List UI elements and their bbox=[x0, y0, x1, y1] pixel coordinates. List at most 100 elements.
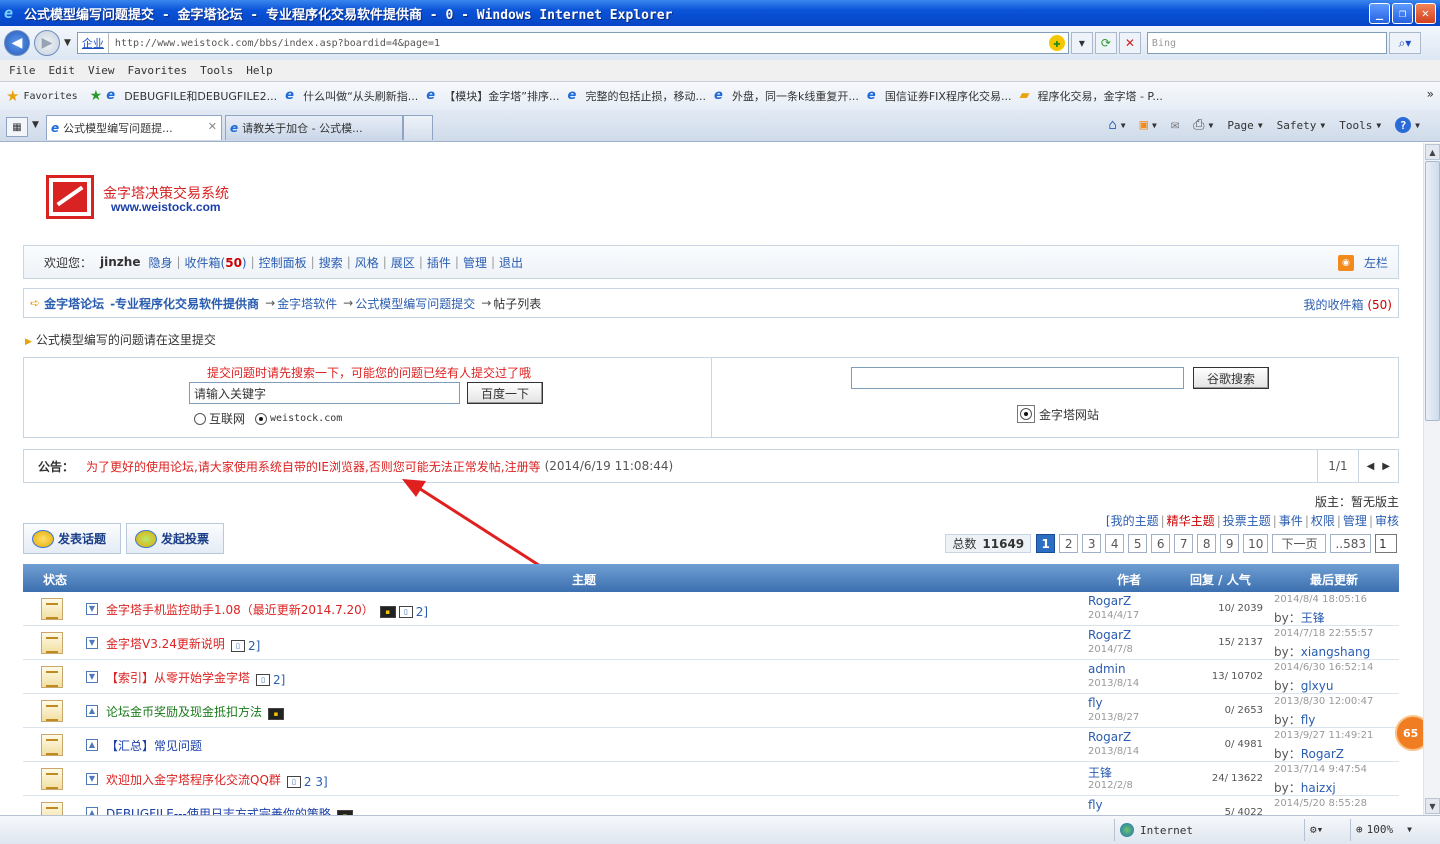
close-tab-icon[interactable]: ✕ bbox=[208, 120, 217, 133]
last-update-user[interactable]: RogarZ bbox=[1301, 747, 1344, 761]
tab-inactive[interactable]: e 请教关于加仓 - 公式模... bbox=[225, 115, 403, 140]
link-search[interactable]: 搜索 bbox=[319, 254, 343, 271]
topic-author[interactable]: fly bbox=[1088, 798, 1103, 812]
menu-help[interactable]: Help bbox=[246, 64, 273, 77]
table-row[interactable]: ▲ 【汇总】常见问题 RogarZ 2013/8/14 0/ 4981 2013/9/27… bbox=[23, 728, 1399, 762]
favorites-star-icon[interactable]: ★ bbox=[6, 87, 19, 105]
google-keyword-input[interactable] bbox=[851, 367, 1184, 389]
filter-my-topics[interactable]: 我的主题 bbox=[1111, 514, 1159, 528]
filter-permissions[interactable]: 权限 bbox=[1311, 514, 1335, 528]
topic-title[interactable]: 金字塔V3.24更新说明 ▯ 2] bbox=[106, 635, 260, 653]
new-tab-button[interactable] bbox=[403, 115, 433, 140]
logo-url[interactable]: www.weistock.com bbox=[111, 200, 221, 214]
topic-title[interactable]: 【索引】从零开始学金字塔 ▯ 2] bbox=[106, 669, 285, 687]
topic-author[interactable]: RogarZ bbox=[1088, 628, 1131, 642]
topic-author[interactable]: admin bbox=[1088, 662, 1126, 676]
page-link[interactable]: 6 bbox=[1151, 534, 1171, 553]
link-plugins[interactable]: 插件 bbox=[427, 254, 451, 271]
username[interactable]: jinzhe bbox=[100, 255, 140, 269]
quick-tabs-icon[interactable]: ▦ bbox=[6, 117, 28, 137]
compat-view-icon[interactable]: ✚ bbox=[1048, 35, 1065, 51]
link-control-panel[interactable]: 控制面板 bbox=[259, 254, 307, 271]
history-dropdown-icon[interactable]: ▼ bbox=[64, 38, 71, 48]
menu-view[interactable]: View bbox=[88, 64, 115, 77]
filter-review[interactable]: 审核 bbox=[1375, 514, 1399, 528]
last-update-user[interactable]: fly bbox=[1301, 713, 1316, 727]
expand-icon[interactable]: ▼ bbox=[86, 671, 98, 683]
google-search-button[interactable]: 谷歌搜索 bbox=[1193, 367, 1269, 389]
expand-icon[interactable]: ▼ bbox=[86, 637, 98, 649]
topic-author[interactable]: fly bbox=[1088, 696, 1103, 710]
filter-elite[interactable]: 精华主题 bbox=[1167, 514, 1215, 528]
breadcrumb-level2[interactable]: 公式模型编写问题提交 bbox=[355, 295, 475, 312]
zone-label[interactable]: 企业 bbox=[78, 33, 109, 53]
filter-events[interactable]: 事件 bbox=[1279, 514, 1303, 528]
last-update-user[interactable]: 王锋 bbox=[1301, 611, 1325, 625]
topic-title[interactable]: DEBUGFILE---使用日志方式完善你的策略▪ bbox=[106, 805, 356, 815]
collapse-icon[interactable]: ▲ bbox=[86, 739, 98, 751]
table-row[interactable]: ▲ 论坛金币奖励及现金抵扣方法 ▪ fly 2013/8/27 0/ 2653 2013/8… bbox=[23, 694, 1399, 728]
expand-icon[interactable]: ▼ bbox=[86, 773, 98, 785]
topic-author[interactable]: RogarZ bbox=[1088, 730, 1131, 744]
table-row[interactable]: ▼ 【索引】从零开始学金字塔 ▯ 2] admin 2013/8/14 13/ 10702 2… bbox=[23, 660, 1399, 694]
menu-tools[interactable]: Tools bbox=[200, 64, 233, 77]
favorite-item[interactable]: e 【模块】金字塔”排序... bbox=[426, 88, 559, 104]
topic-title[interactable]: 欢迎加入金字塔程序化交流QQ群 ▯ 2 3] bbox=[106, 771, 328, 789]
filter-manage[interactable]: 管理 bbox=[1343, 514, 1367, 528]
last-update-user[interactable]: haizxj bbox=[1301, 781, 1336, 795]
favorite-item[interactable]: e 什么叫做“从头刷新指... bbox=[285, 88, 418, 104]
announcement-link[interactable]: 为了更好的使用论坛,请大家使用系统自带的IE浏览器,否则您可能无法正常发帖,注册… bbox=[86, 458, 541, 475]
collapse-icon[interactable]: ▲ bbox=[86, 705, 98, 717]
page-menu[interactable]: Page ▼ bbox=[1227, 119, 1262, 132]
topic-title[interactable]: 论坛金币奖励及现金抵扣方法 ▪ bbox=[106, 703, 287, 720]
url-text[interactable]: http://www.weistock.com/bbs/index.asp?bo… bbox=[109, 38, 1049, 49]
page-jump-input[interactable]: 1 bbox=[1375, 534, 1397, 553]
safety-menu[interactable]: Safety ▼ bbox=[1277, 119, 1326, 132]
topic-author[interactable]: RogarZ bbox=[1088, 594, 1131, 608]
address-dropdown-icon[interactable]: ▾ bbox=[1070, 32, 1093, 54]
favorite-item[interactable]: e 外盘，同一条k线重复开... bbox=[714, 88, 859, 104]
next-page-link[interactable]: 下一页 bbox=[1272, 534, 1327, 553]
post-topic-button[interactable]: 发表话题 bbox=[23, 523, 121, 554]
favorites-more-icon[interactable]: » bbox=[1427, 87, 1434, 101]
baidu-search-button[interactable]: 百度一下 bbox=[467, 382, 543, 404]
table-row[interactable]: ▼ 欢迎加入金字塔程序化交流QQ群 ▯ 2 3] 王锋 2012/2/8 24/ 13622… bbox=[23, 762, 1399, 796]
last-page-link[interactable]: ..583 bbox=[1330, 534, 1371, 553]
forward-button[interactable]: ▶ bbox=[34, 30, 60, 56]
favorite-item[interactable]: e 国信证券FIX程序化交易... bbox=[867, 88, 1012, 104]
table-row[interactable]: ▼ 金字塔V3.24更新说明 ▯ 2] RogarZ 2014/7/8 15/ 2137 20… bbox=[23, 626, 1399, 660]
maximize-button[interactable]: ❐ bbox=[1392, 2, 1413, 24]
scroll-thumb[interactable] bbox=[1425, 161, 1440, 421]
last-update-user[interactable]: xiangshang bbox=[1301, 645, 1370, 659]
address-field[interactable]: 企业 http://www.weistock.com/bbs/index.asp… bbox=[76, 32, 1069, 54]
minimize-button[interactable]: _ bbox=[1369, 2, 1390, 24]
topic-pages[interactable]: 2] bbox=[273, 673, 285, 687]
search-input[interactable]: Bing bbox=[1146, 32, 1387, 54]
zoom-dropdown-icon[interactable]: ▼ bbox=[1407, 825, 1412, 834]
rss-icon[interactable]: ◉ bbox=[1337, 254, 1354, 271]
post-vote-button[interactable]: 发起投票 bbox=[126, 523, 224, 554]
link-inbox[interactable]: 收件箱(50) bbox=[185, 254, 247, 271]
scroll-down-icon[interactable]: ▼ bbox=[1425, 798, 1440, 814]
page-link[interactable]: 9 bbox=[1220, 534, 1240, 553]
link-exhibit[interactable]: 展区 bbox=[391, 254, 415, 271]
page-link[interactable]: 3 bbox=[1082, 534, 1102, 553]
last-update-user[interactable]: glxyu bbox=[1301, 679, 1334, 693]
favorite-item[interactable]: e 完整的包括止损，移动... bbox=[567, 88, 706, 104]
menu-edit[interactable]: Edit bbox=[49, 64, 76, 77]
page-link[interactable]: 4 bbox=[1105, 534, 1125, 553]
favorite-item[interactable]: ▰ 程序化交易，金字塔 - P... bbox=[1019, 88, 1162, 104]
tab-active[interactable]: e 公式模型编写问题提... ✕ bbox=[46, 115, 222, 140]
menu-file[interactable]: File bbox=[9, 64, 36, 77]
topic-pages[interactable]: 2 3] bbox=[304, 775, 328, 789]
print-button[interactable]: ⎙ ▼ bbox=[1193, 117, 1213, 133]
back-button[interactable]: ◀ bbox=[4, 30, 30, 56]
feeds-button[interactable]: ▣ ▼ bbox=[1140, 117, 1157, 133]
radio-site[interactable] bbox=[255, 412, 268, 425]
close-button[interactable]: ✕ bbox=[1415, 2, 1436, 24]
topic-author[interactable]: 王锋 bbox=[1088, 764, 1112, 781]
breadcrumb-home[interactable]: 金字塔论坛 bbox=[44, 295, 104, 312]
site-radio-frame[interactable] bbox=[1017, 405, 1035, 423]
breadcrumb-level1[interactable]: 金字塔软件 bbox=[277, 295, 337, 312]
link-style[interactable]: 风格 bbox=[355, 254, 379, 271]
